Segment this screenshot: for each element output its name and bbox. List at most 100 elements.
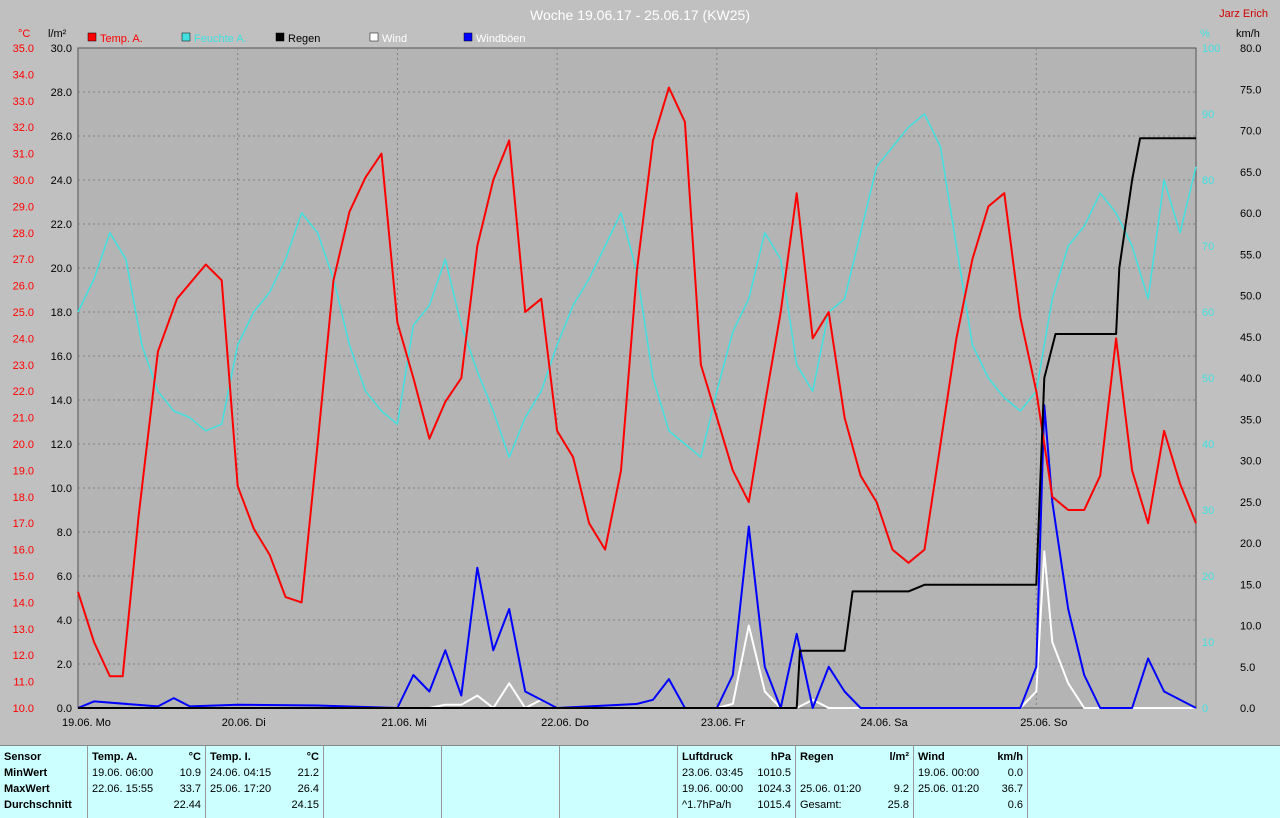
stats-min-label: MinWert xyxy=(4,767,48,779)
rain-tick-label: 16.0 xyxy=(51,351,72,363)
humidity-tick-label: 50 xyxy=(1202,373,1214,385)
wind-tick-label: 75.0 xyxy=(1240,84,1261,96)
temp-axis-unit: °C xyxy=(18,28,30,40)
stats-max-label: MaxWert xyxy=(4,783,50,795)
temp-tick-label: 11.0 xyxy=(13,677,34,689)
humidity-tick-label: 90 xyxy=(1202,109,1214,121)
rain-tick-label: 10.0 xyxy=(51,483,72,495)
stats-sensor-header: Sensor xyxy=(4,751,42,763)
pressure-unit: hPa xyxy=(770,751,791,763)
wind-tick-label: 40.0 xyxy=(1240,373,1261,385)
wind-tick-label: 30.0 xyxy=(1240,456,1261,468)
rain-tick-label: 12.0 xyxy=(51,439,72,451)
legend-swatch-temp xyxy=(87,32,97,42)
chart-author: Jarz Erich xyxy=(1219,8,1268,20)
temp-tick-label: 18.0 xyxy=(13,492,34,504)
rain-total-value: 25.8 xyxy=(887,799,909,811)
chart-area: 19.06. Mo 20.06. Di 21.06. Mi 22.06. Do 23.0… xyxy=(0,0,1280,745)
stats-temp-a: Temp. A. °C 19.06. 06:00 10.9 22.06. 15:55… xyxy=(88,746,206,818)
wind-tick-label: 60.0 xyxy=(1240,208,1261,220)
temp-tick-label: 25.0 xyxy=(13,307,34,319)
wind-max-value: 36.7 xyxy=(1001,783,1023,795)
humidity-tick-label: 20 xyxy=(1202,571,1214,583)
temp-a-unit: °C xyxy=(188,751,201,763)
temp-tick-label: 19.0 xyxy=(13,465,34,477)
temp-tick-label: 12.0 xyxy=(13,650,34,662)
temp-tick-label: 35.0 xyxy=(13,43,34,55)
temp-tick-label: 13.0 xyxy=(13,624,34,636)
rain-tick-label: 30.0 xyxy=(51,43,72,55)
temp-a-min-time: 19.06. 06:00 xyxy=(92,767,154,779)
temp-tick-label: 23.0 xyxy=(13,360,34,372)
pressure-max-time: 19.06. 00:00 xyxy=(682,783,744,795)
temp-i-max-time: 25.06. 17:20 xyxy=(210,783,272,795)
pressure-avg-value: 1015.4 xyxy=(757,799,791,811)
rain-total-label: Gesamt: xyxy=(800,799,842,811)
wind-min-time: 19.06. 00:00 xyxy=(918,767,980,779)
wind-min-value: 0.0 xyxy=(1007,767,1023,779)
temp-tick-label: 31.0 xyxy=(13,149,34,161)
temp-tick-label: 32.0 xyxy=(13,122,34,134)
plot-area xyxy=(77,47,1197,709)
temp-a-max-value: 33.7 xyxy=(179,783,201,795)
x-tick-label: 25.06. So xyxy=(1020,717,1067,729)
wind-max-time: 25.06. 01:20 xyxy=(918,783,980,795)
legend-label-gust: Windböen xyxy=(476,33,526,45)
humidity-tick-label: 60 xyxy=(1202,307,1214,319)
wind-tick-label: 45.0 xyxy=(1240,332,1261,344)
wind-tick-label: 50.0 xyxy=(1240,291,1261,303)
temp-tick-label: 27.0 xyxy=(13,254,34,266)
pressure-max-value: 1024.3 xyxy=(757,783,791,795)
temp-i-header: Temp. I. xyxy=(210,751,251,763)
humidity-tick-label: 0 xyxy=(1202,703,1208,715)
temp-a-min-value: 10.9 xyxy=(179,767,201,779)
x-tick-label: 23.06. Fr xyxy=(701,717,745,729)
rain-max-time: 25.06. 01:20 xyxy=(800,783,862,795)
pressure-header: Luftdruck xyxy=(682,751,733,763)
temp-i-avg-value: 24.15 xyxy=(291,799,319,811)
temp-tick-label: 24.0 xyxy=(13,333,34,345)
temp-tick-label: 16.0 xyxy=(13,545,34,557)
wind-tick-label: 20.0 xyxy=(1240,538,1261,550)
stats-empty-3 xyxy=(560,746,678,818)
humidity-tick-label: 40 xyxy=(1202,439,1214,451)
stats-panel: Sensor MinWert MaxWert Durchschnitt Temp… xyxy=(0,745,1280,818)
temp-tick-label: 20.0 xyxy=(13,439,34,451)
rain-tick-label: 6.0 xyxy=(57,571,72,583)
temp-tick-label: 26.0 xyxy=(13,281,34,293)
rain-tick-label: 8.0 xyxy=(57,527,72,539)
wind-header: Wind xyxy=(918,751,945,763)
wind-tick-label: 65.0 xyxy=(1240,167,1261,179)
wind-tick-label: 80.0 xyxy=(1240,43,1261,55)
stats-empty-1 xyxy=(324,746,442,818)
wind-avg-value: 0.6 xyxy=(1007,799,1023,811)
legend-label-humidity: Feuchte A. xyxy=(194,33,247,45)
temp-tick-label: 22.0 xyxy=(13,386,34,398)
rain-tick-label: 18.0 xyxy=(51,307,72,319)
temp-tick-label: 21.0 xyxy=(13,413,34,425)
wind-tick-label: 55.0 xyxy=(1240,249,1261,261)
pressure-min-value: 1010.5 xyxy=(757,767,791,779)
rain-tick-label: 0.0 xyxy=(57,703,72,715)
stats-pressure: Luftdruck hPa 23.06. 03:45 1010.5 19.06. 0… xyxy=(678,746,796,818)
temp-i-min-time: 24.06. 04:15 xyxy=(210,767,272,779)
temp-a-max-time: 22.06. 15:55 xyxy=(92,783,154,795)
temp-tick-label: 30.0 xyxy=(13,175,34,187)
stats-wind: Wind km/h 19.06. 00:00 0.0 25.06. 01:20 36.… xyxy=(914,746,1028,818)
temp-tick-label: 17.0 xyxy=(13,518,34,530)
wind-tick-label: 25.0 xyxy=(1240,497,1261,509)
legend-label-wind: Wind xyxy=(382,33,407,45)
humidity-tick-label: 30 xyxy=(1202,505,1214,517)
temp-tick-label: 33.0 xyxy=(13,96,34,108)
temp-tick-label: 14.0 xyxy=(13,597,34,609)
temp-i-min-value: 21.2 xyxy=(297,767,319,779)
humidity-tick-label: 100 xyxy=(1202,43,1220,55)
temp-i-unit: °C xyxy=(306,751,319,763)
rain-unit: l/m² xyxy=(889,751,909,763)
humidity-tick-label: 70 xyxy=(1202,241,1214,253)
wind-tick-label: 70.0 xyxy=(1240,126,1261,138)
wind-tick-label: 15.0 xyxy=(1240,579,1261,591)
legend-swatch-rain xyxy=(275,32,285,42)
x-tick-label: 19.06. Mo xyxy=(62,717,111,729)
legend-swatch-gust xyxy=(463,32,473,42)
